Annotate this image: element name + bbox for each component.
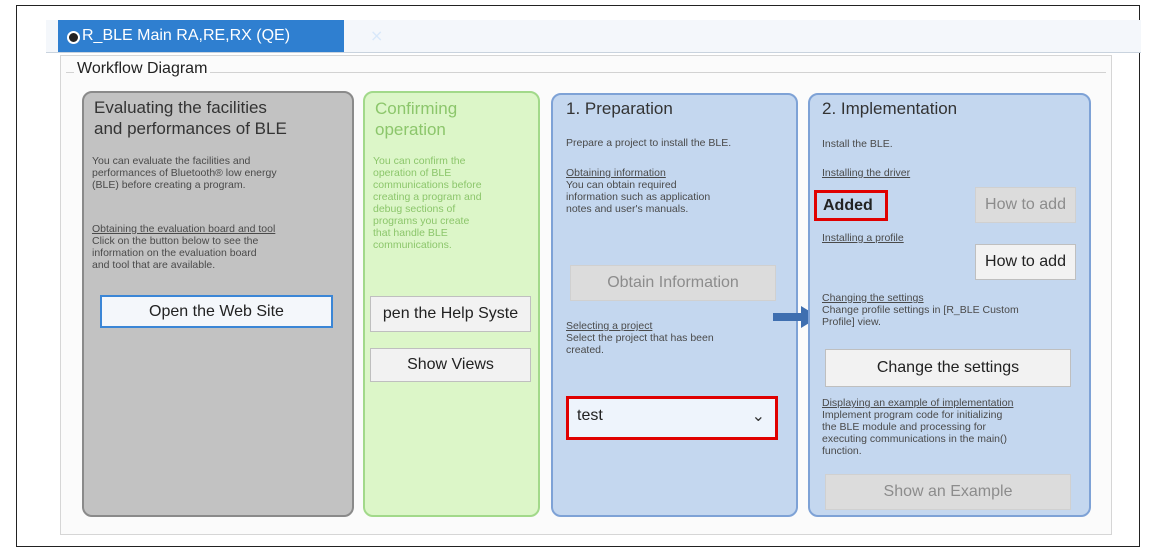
added-label: Added	[823, 197, 873, 214]
card1-link-body: Click on the button below to see the info…	[92, 235, 259, 271]
card2-body: You can confirm the operation of BLE commu…	[373, 155, 482, 251]
link-displaying-example[interactable]: Displaying an example of implementation	[822, 397, 1013, 409]
link-evaluation-board[interactable]: Obtaining the evaluation board and tool	[92, 223, 275, 235]
link-obtaining-information[interactable]: Obtaining information	[566, 167, 666, 179]
how-to-add-profile-button[interactable]: How to add	[975, 244, 1076, 280]
link-installing-driver[interactable]: Installing the driver	[822, 167, 910, 179]
card1-title-line2: and performances of BLE	[94, 119, 287, 138]
open-web-site-button[interactable]: Open the Web Site	[100, 295, 333, 328]
app-icon	[67, 31, 80, 44]
link-selecting-project[interactable]: Selecting a project	[566, 320, 652, 332]
tab-title: R_BLE Main RA,RE,RX (QE)	[82, 27, 291, 44]
card3-link1-body: You can obtain required information such …	[566, 179, 711, 215]
change-settings-button[interactable]: Change the settings	[825, 349, 1071, 387]
highlight-project-select	[566, 396, 778, 440]
card1-title-line1: Evaluating the facilities	[94, 98, 267, 117]
card3-link2-body: Select the project that has been created.	[566, 332, 714, 356]
obtain-information-button[interactable]: Obtain Information	[570, 265, 776, 301]
card2-title-line2: operation	[375, 120, 446, 139]
card2-title-line1: Confirming	[375, 99, 458, 118]
card4-title: 2. Implementation	[822, 99, 958, 118]
card4-link3-body: Change profile settings in [R_BLE Custom…	[822, 304, 1019, 328]
show-example-button[interactable]: Show an Example	[825, 474, 1071, 510]
editor-tab[interactable]: R_BLE Main RA,RE,RX (QE) ×	[58, 20, 383, 52]
show-views-button[interactable]: Show Views	[370, 348, 531, 382]
open-help-system-button[interactable]: pen the Help Syste	[370, 296, 531, 332]
how-to-add-driver-button[interactable]: How to add	[975, 187, 1076, 223]
card3-title: 1. Preparation	[566, 99, 673, 118]
panel-legend: Workflow Diagram	[74, 60, 211, 78]
link-installing-profile[interactable]: Installing a profile	[822, 232, 904, 244]
card4-link4-body: Implement program code for initializing t…	[822, 409, 1008, 457]
panel-divider	[66, 72, 1106, 73]
card1-body: You can evaluate the facilities and perfo…	[92, 155, 277, 191]
card-preparation	[551, 93, 798, 517]
card3-intro: Prepare a project to install the BLE.	[566, 137, 732, 149]
card4-intro: Install the BLE.	[822, 138, 893, 150]
link-changing-settings[interactable]: Changing the settings	[822, 292, 924, 304]
close-icon[interactable]: ×	[370, 26, 383, 45]
